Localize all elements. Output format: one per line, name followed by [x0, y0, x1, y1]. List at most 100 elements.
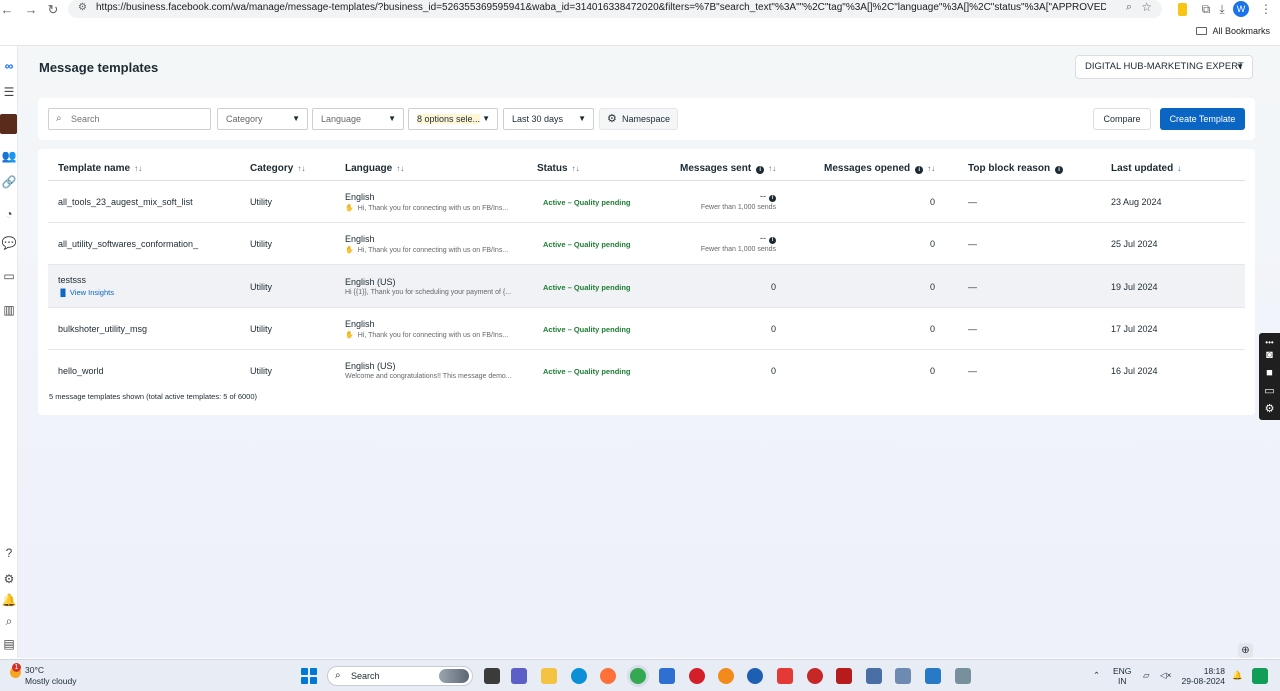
- notepad-icon[interactable]: [925, 668, 941, 684]
- window-icon[interactable]: ▭: [1259, 383, 1280, 399]
- filezilla-icon[interactable]: [836, 668, 852, 684]
- address-bar[interactable]: ⚙ https://business.facebook.com/wa/manag…: [68, 0, 1162, 18]
- table-row[interactable]: all_tools_23_augest_mix_soft_list Utilit…: [48, 182, 1245, 223]
- calculator-icon[interactable]: [955, 668, 971, 684]
- opera-gx-icon[interactable]: [807, 668, 823, 684]
- teams-icon[interactable]: [511, 668, 527, 684]
- extensions-puzzle-icon[interactable]: ⧉: [1198, 1, 1214, 17]
- tray-chevron-icon[interactable]: ⌃: [1093, 670, 1100, 680]
- help-icon[interactable]: ?: [0, 545, 18, 561]
- edge-icon[interactable]: [571, 668, 587, 684]
- language-dropdown[interactable]: Language ▼: [312, 108, 404, 130]
- clock[interactable]: 18:18 29-08-2024: [1180, 666, 1225, 686]
- downloads-icon[interactable]: ⤓: [1214, 1, 1230, 17]
- remote-desktop-icon[interactable]: [895, 668, 911, 684]
- namespace-button[interactable]: ⚙ Namespace: [599, 108, 678, 130]
- message-preview: ✋ Hi, Thank you for connecting with us on…: [345, 204, 508, 212]
- menu-dots-icon[interactable]: ⋮: [1258, 1, 1274, 17]
- hamburger-menu-icon[interactable]: ☰: [0, 84, 18, 100]
- info-icon[interactable]: i: [769, 195, 776, 202]
- date-range-label: Last 30 days: [512, 114, 564, 124]
- sort-icon: ↑↓: [927, 164, 936, 173]
- business-selector[interactable]: DIGITAL HUB-MARKETING EXPERT ▼: [1075, 55, 1253, 79]
- camera-icon[interactable]: ◙: [1259, 347, 1280, 363]
- language-indicator[interactable]: ENG IN: [1113, 666, 1131, 686]
- template-name[interactable]: testsss: [58, 275, 114, 285]
- opera-icon[interactable]: [689, 668, 705, 684]
- category-cell: Utility: [250, 324, 272, 334]
- view-insights-label: View Insights: [69, 288, 114, 297]
- bookmark-star-icon[interactable]: ☆: [1141, 0, 1152, 14]
- info-icon[interactable]: i: [915, 166, 924, 174]
- chat-bubbles-icon[interactable]: 💬: [0, 235, 18, 251]
- site-info-icon[interactable]: ⚙: [78, 2, 87, 13]
- template-name[interactable]: bulkshoter_utility_msg: [58, 324, 147, 334]
- network-app-icon[interactable]: [866, 668, 882, 684]
- browser-app-icon[interactable]: [747, 668, 763, 684]
- table-row[interactable]: all_utility_softwares_conformation_ Util…: [48, 223, 1245, 265]
- file-explorer-icon[interactable]: [541, 668, 557, 684]
- notification-bell-icon[interactable]: 🔔: [1232, 670, 1243, 680]
- compare-button[interactable]: Compare: [1093, 108, 1151, 130]
- table-row[interactable]: testsss ▐▌ View Insights Utility English …: [48, 265, 1245, 308]
- reports-icon[interactable]: ▤: [0, 636, 18, 652]
- col-status[interactable]: Status ↑↓: [537, 163, 580, 174]
- url-text[interactable]: https://business.facebook.com/wa/manage/…: [96, 2, 1106, 13]
- windows-start-icon[interactable]: [301, 668, 317, 684]
- template-name[interactable]: hello_world: [58, 366, 104, 376]
- col-category[interactable]: Category ↑↓: [250, 163, 305, 174]
- template-name[interactable]: all_tools_23_augest_mix_soft_list: [58, 197, 193, 207]
- col-messages-sent[interactable]: Messages sent i ↑↓: [680, 163, 776, 174]
- meta-logo-icon[interactable]: ∞: [0, 58, 18, 74]
- zoom-icon[interactable]: ⌕: [1126, 1, 1132, 14]
- people-icon[interactable]: 👥: [0, 148, 18, 164]
- info-icon[interactable]: i: [1055, 166, 1064, 174]
- wifi-icon[interactable]: ▱: [1143, 670, 1150, 680]
- back-arrow-icon[interactable]: ←: [0, 2, 18, 18]
- template-name[interactable]: all_utility_softwares_conformation_: [58, 239, 198, 249]
- col-messages-opened[interactable]: Messages opened i ↑↓: [824, 163, 935, 174]
- brave-icon[interactable]: [718, 668, 734, 684]
- table-row[interactable]: bulkshoter_utility_msg Utility English ✋…: [48, 308, 1245, 350]
- extension-icon[interactable]: [1178, 3, 1187, 16]
- business-avatar[interactable]: [0, 114, 17, 134]
- briefcase-icon[interactable]: ▭: [0, 268, 18, 284]
- settings-gear-icon[interactable]: ⚙: [0, 571, 18, 587]
- search-field[interactable]: ⌕: [48, 108, 211, 130]
- sent-value: -- i: [678, 233, 776, 244]
- caret-down-icon: ▼: [1236, 62, 1244, 71]
- bell-icon[interactable]: 🔔: [0, 592, 18, 608]
- category-dropdown[interactable]: Category ▼: [217, 108, 308, 130]
- volume-icon[interactable]: ◁×: [1160, 670, 1172, 680]
- profile-avatar[interactable]: W: [1233, 1, 1249, 17]
- chrome-icon[interactable]: [630, 668, 646, 684]
- date-range-dropdown[interactable]: Last 30 days ▼: [503, 108, 594, 130]
- settings-gear-icon[interactable]: ⚙: [1259, 401, 1280, 417]
- task-view-icon[interactable]: [484, 668, 500, 684]
- taskbar-search[interactable]: ⌕ Search: [327, 666, 473, 686]
- status-dropdown[interactable]: 8 options sele... ▼: [408, 108, 498, 130]
- help-chat-icon[interactable]: ⊕: [1238, 643, 1253, 658]
- video-icon[interactable]: ■: [1259, 365, 1280, 381]
- col-language[interactable]: Language ↑↓: [345, 163, 404, 174]
- store-icon[interactable]: [659, 668, 675, 684]
- firefox-icon[interactable]: [600, 668, 616, 684]
- search-input[interactable]: [71, 114, 201, 124]
- search-icon[interactable]: ⌕: [0, 613, 18, 629]
- col-template-name[interactable]: Template name ↑↓: [58, 163, 142, 174]
- anydesk-icon[interactable]: [777, 668, 793, 684]
- info-icon[interactable]: i: [756, 166, 765, 174]
- reload-icon[interactable]: ↻: [42, 2, 64, 18]
- link-icon[interactable]: 🔗: [0, 174, 18, 190]
- info-icon[interactable]: i: [769, 237, 776, 244]
- col-top-block-reason[interactable]: Top block reason i: [968, 163, 1064, 174]
- create-template-button[interactable]: Create Template: [1160, 108, 1245, 130]
- view-insights-link[interactable]: ▐▌ View Insights: [58, 288, 114, 297]
- copilot-icon[interactable]: [1252, 668, 1268, 684]
- gauge-icon[interactable]: ◔: [0, 206, 18, 222]
- col-last-updated[interactable]: Last updated ↓: [1111, 163, 1181, 174]
- forward-arrow-icon[interactable]: →: [20, 2, 42, 18]
- all-bookmarks[interactable]: All Bookmarks: [1196, 26, 1270, 36]
- table-row[interactable]: hello_world Utility English (US) Welcome…: [48, 350, 1245, 392]
- bank-icon[interactable]: ▥: [0, 302, 18, 318]
